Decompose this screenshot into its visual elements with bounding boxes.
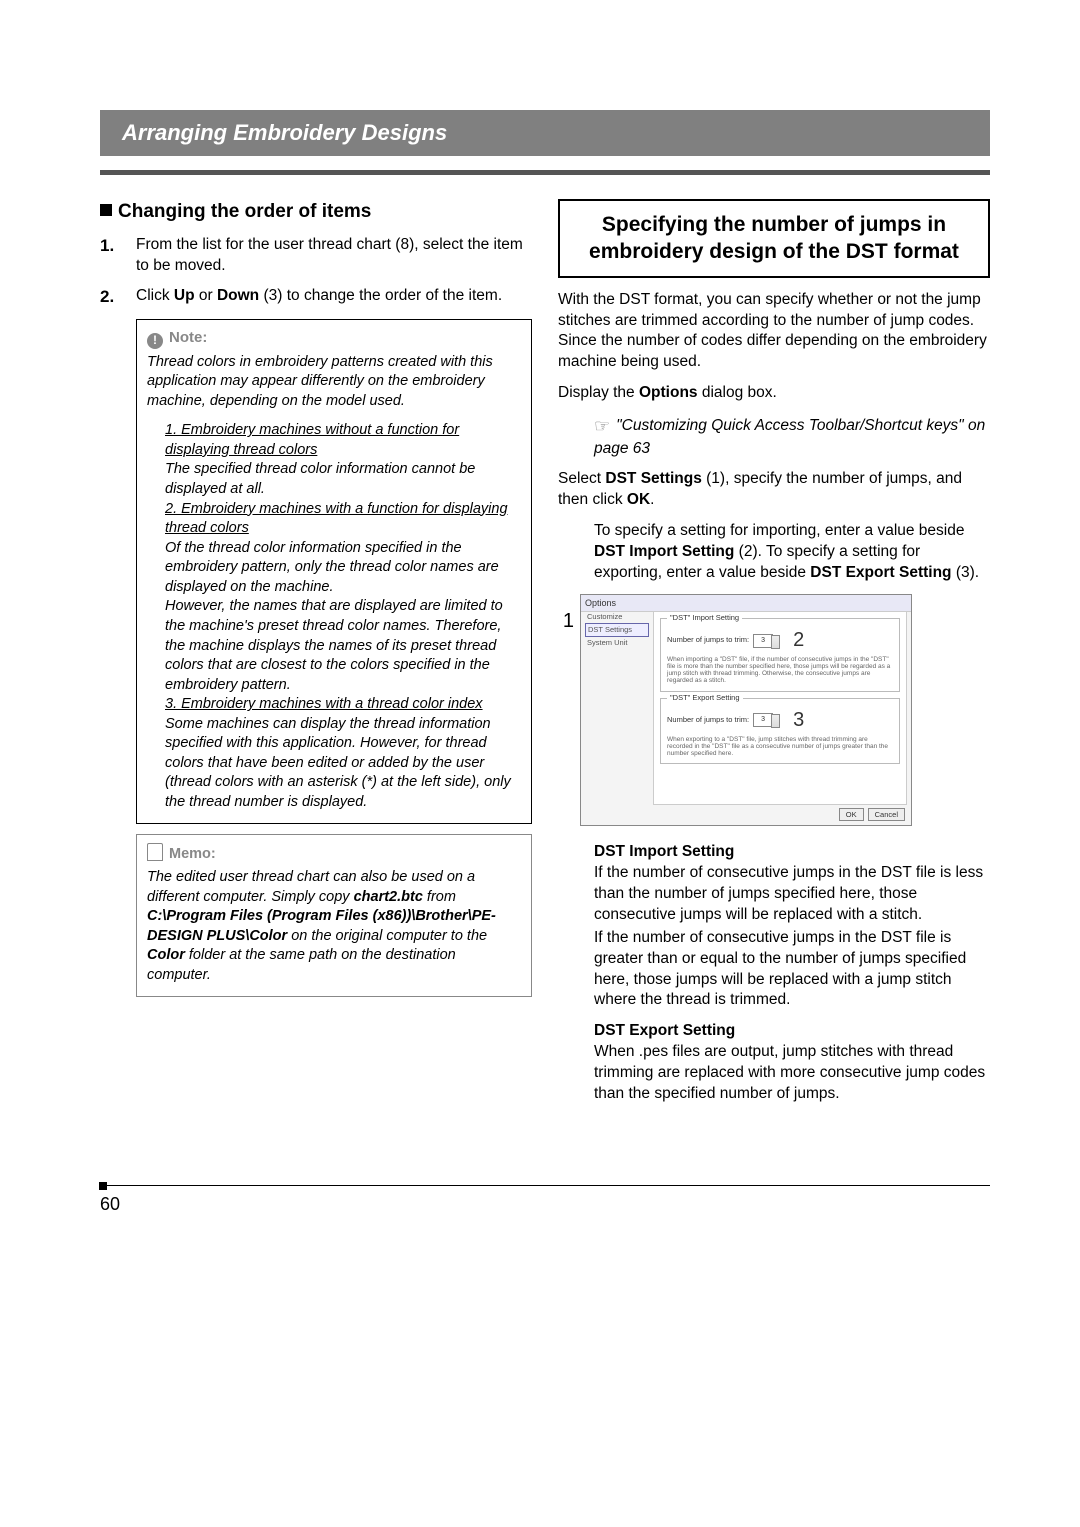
dialog-sidebar: Customize DST Settings System Unit xyxy=(585,611,649,649)
group-title: "DST" Import Setting xyxy=(667,613,742,623)
heading-text: Changing the order of items xyxy=(118,201,371,222)
text: Display the xyxy=(558,384,639,401)
pointer-icon: ☞ xyxy=(594,416,610,436)
jumps-export-spinner[interactable]: 3 xyxy=(753,713,773,727)
right-column: Specifying the number of jumps in embroi… xyxy=(558,199,990,1115)
callout-3: 3 xyxy=(793,707,804,734)
callout-2: 2 xyxy=(793,627,804,654)
step-body: From the list for the user thread chart … xyxy=(136,235,532,277)
step-number: 2. xyxy=(100,286,136,309)
note-box: ! Note: Thread colors in embroidery patte… xyxy=(136,319,532,823)
square-bullet-icon xyxy=(100,204,112,216)
note-subitems: 1. Embroidery machines without a functio… xyxy=(165,421,521,812)
memo-title: Memo: xyxy=(147,843,521,865)
memo-text: on the original computer to the xyxy=(287,928,487,944)
sidebar-item-customize[interactable]: Customize xyxy=(585,611,649,623)
jumps-import-spinner[interactable]: 3 xyxy=(753,634,773,648)
section-heading-dst-jumps: Specifying the number of jumps in embroi… xyxy=(558,199,990,278)
keyword-dst-settings: DST Settings xyxy=(605,470,701,487)
step-2: 2. Click Up or Down (3) to change the or… xyxy=(100,286,532,309)
group-description: When importing a "DST" file, if the numb… xyxy=(667,656,893,685)
dst-explanations: DST Import Setting If the number of cons… xyxy=(594,842,990,1105)
document-page: Arranging Embroidery Designs Changing th… xyxy=(0,0,1080,1265)
step-1: 1. From the list for the user thread cha… xyxy=(100,235,532,277)
field-label: Number of jumps to trim: xyxy=(667,635,749,645)
left-column: Changing the order of items 1. From the … xyxy=(100,199,532,1115)
paragraph: If the number of consecutive jumps in th… xyxy=(594,863,990,926)
text: To specify a setting for importing, ente… xyxy=(594,522,964,539)
options-dialog: Options Customize DST Settings System Un… xyxy=(580,594,912,826)
note-sub-3-body: Some machines can display the thread inf… xyxy=(165,715,521,813)
note-sub-2-head: 2. Embroidery machines with a function f… xyxy=(165,500,521,539)
text: Click xyxy=(136,287,174,304)
step-number: 1. xyxy=(100,235,136,277)
ok-button[interactable]: OK xyxy=(839,808,864,821)
two-column-layout: Changing the order of items 1. From the … xyxy=(100,199,990,1115)
reference-text: "Customizing Quick Access Toolbar/Shortc… xyxy=(594,417,985,456)
paragraph: Display the Options dialog box. xyxy=(558,383,990,404)
footer-dot-icon xyxy=(99,1182,107,1190)
memo-icon xyxy=(147,843,163,861)
field-row: Number of jumps to trim: 3 3 xyxy=(667,707,893,734)
field-label: Number of jumps to trim: xyxy=(667,715,749,725)
note-sub-3-head: 3. Embroidery machines with a thread col… xyxy=(165,695,521,715)
step-body: Click Up or Down (3) to change the order… xyxy=(136,286,532,309)
keyword-options: Options xyxy=(639,384,698,401)
keyword-up: Up xyxy=(174,287,195,304)
options-dialog-figure: 1 Options Customize DST Settings System … xyxy=(558,594,990,826)
dialog-main-panel: "DST" Import Setting Number of jumps to … xyxy=(653,611,907,805)
footer-rule xyxy=(100,1185,990,1186)
memo-label: Memo: xyxy=(169,846,216,862)
text: (3) to change the order of the item. xyxy=(259,287,502,304)
memo-folder: Color xyxy=(147,947,185,963)
text: (3). xyxy=(952,564,980,581)
chapter-header: Arranging Embroidery Designs xyxy=(100,110,990,156)
sidebar-item-dst-settings[interactable]: DST Settings xyxy=(585,623,649,637)
section-heading-changing-order: Changing the order of items xyxy=(100,199,532,225)
keyword-dst-import: DST Import Setting xyxy=(594,543,734,560)
keyword-down: Down xyxy=(217,287,259,304)
note-intro: Thread colors in embroidery patterns cre… xyxy=(147,353,521,412)
paragraph: When .pes files are output, jump stitche… xyxy=(594,1042,990,1105)
group-description: When exporting to a "DST" file, jump sti… xyxy=(667,736,893,757)
note-sub-1-body: The specified thread color information c… xyxy=(165,460,521,499)
group-title: "DST" Export Setting xyxy=(667,693,743,703)
text: or xyxy=(195,287,217,304)
callout-1: 1 xyxy=(558,594,574,635)
memo-box: Memo: The edited user thread chart can a… xyxy=(136,834,532,997)
note-label: Note: xyxy=(169,329,207,346)
dialog-buttons: OK Cancel xyxy=(839,808,905,821)
memo-filename: chart2.btc xyxy=(354,889,423,905)
paragraph: If the number of consecutive jumps in th… xyxy=(594,928,990,1012)
dst-export-group: "DST" Export Setting Number of jumps to … xyxy=(660,698,900,764)
text: Select xyxy=(558,470,605,487)
keyword-dst-export: DST Export Setting xyxy=(810,564,951,581)
dst-import-group: "DST" Import Setting Number of jumps to … xyxy=(660,618,900,692)
note-sub-1-head: 1. Embroidery machines without a functio… xyxy=(165,421,521,460)
memo-text: folder at the same path on the destinati… xyxy=(147,947,456,983)
accent-rule xyxy=(100,170,990,175)
memo-text: from xyxy=(423,889,456,905)
paragraph: With the DST format, you can specify whe… xyxy=(558,290,990,374)
note-title: ! Note: xyxy=(147,328,521,348)
note-sub-2-body: Of the thread color information specifie… xyxy=(165,539,521,696)
cancel-button[interactable]: Cancel xyxy=(868,808,905,821)
alert-icon: ! xyxy=(147,333,163,349)
dialog-titlebar: Options xyxy=(581,595,911,612)
cross-reference: ☞"Customizing Quick Access Toolbar/Short… xyxy=(594,414,990,459)
paragraph: Select DST Settings (1), specify the num… xyxy=(558,469,990,511)
page-number: 60 xyxy=(100,1194,1080,1215)
sidebar-item-system-unit[interactable]: System Unit xyxy=(585,637,649,649)
dst-import-heading: DST Import Setting xyxy=(594,842,990,863)
paragraph: To specify a setting for importing, ente… xyxy=(594,521,990,584)
dst-export-heading: DST Export Setting xyxy=(594,1021,990,1042)
field-row: Number of jumps to trim: 3 2 xyxy=(667,627,893,654)
keyword-ok: OK xyxy=(627,491,650,508)
text: . xyxy=(650,491,654,508)
text: dialog box. xyxy=(698,384,777,401)
